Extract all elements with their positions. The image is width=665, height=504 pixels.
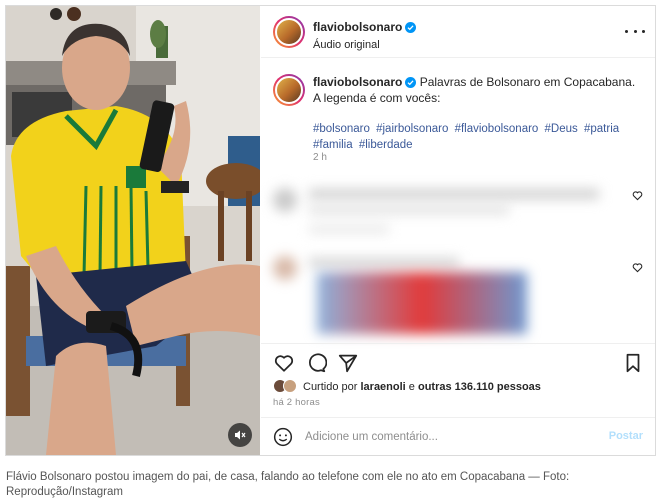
comment-meta xyxy=(309,226,389,233)
post-comment-button[interactable]: Postar xyxy=(609,430,643,442)
hashtag-link[interactable]: #flaviobolsonaro xyxy=(455,123,539,135)
emoji-icon[interactable] xyxy=(273,427,293,447)
comment-text xyxy=(309,258,459,267)
posted-time[interactable]: há 2 horas xyxy=(273,397,320,408)
hashtag-list: #bolsonaro #jairbolsonaro #flaviobolsona… xyxy=(313,121,643,153)
author-username[interactable]: flaviobolsonaro xyxy=(313,20,402,34)
mute-button[interactable] xyxy=(228,423,252,447)
comment-text xyxy=(309,189,599,199)
hashtag-link[interactable]: #bolsonaro xyxy=(313,123,370,135)
likes-count-link[interactable]: outras 136.110 pessoas xyxy=(418,381,541,393)
liked-by-line: Curtido por laraenoli e outras 136.110 p… xyxy=(273,379,541,393)
post-header: flaviobolsonaro Áudio original xyxy=(261,6,655,58)
comment-icon[interactable] xyxy=(305,352,327,374)
verified-badge-icon xyxy=(405,22,417,33)
comment-bar: Postar xyxy=(261,417,655,455)
speaker-muted-icon xyxy=(235,430,246,440)
hashtag-link[interactable]: #jairbolsonaro xyxy=(376,123,448,135)
comment-avatar xyxy=(273,188,297,212)
hashtag-link[interactable]: #patria xyxy=(584,123,619,135)
comment-input[interactable] xyxy=(305,428,595,446)
comment-avatar xyxy=(273,256,297,280)
caption-time: 2 h xyxy=(313,152,327,163)
author-avatar[interactable] xyxy=(273,16,305,48)
hashtag-link[interactable]: #familia xyxy=(313,139,353,151)
post-video[interactable] xyxy=(6,6,260,455)
caption-username[interactable]: flaviobolsonaro xyxy=(313,75,402,89)
liker-avatars xyxy=(273,379,299,393)
comment-like-icon[interactable] xyxy=(632,262,643,273)
comment-image xyxy=(317,272,527,334)
hashtag-link[interactable]: #Deus xyxy=(545,123,578,135)
liked-by-prefix: Curtido por xyxy=(303,381,358,393)
post-photo-illustration xyxy=(6,6,260,455)
comment-text xyxy=(309,206,509,214)
liker-username[interactable]: laraenoli xyxy=(360,381,405,393)
verified-badge-icon xyxy=(405,77,417,88)
post-actions-bar xyxy=(261,343,655,383)
liked-by-and: e xyxy=(408,381,415,393)
hashtag-link[interactable]: #liberdade xyxy=(359,139,413,151)
caption-text-block: flaviobolsonaro Palavras de Bolsonaro em… xyxy=(313,74,643,106)
caption-avatar[interactable] xyxy=(273,74,305,106)
bookmark-icon[interactable] xyxy=(622,352,644,374)
comment-like-icon[interactable] xyxy=(632,190,643,201)
post-details-pane: flaviobolsonaro Áudio original flaviobol… xyxy=(261,6,655,455)
share-icon[interactable] xyxy=(337,352,359,374)
instagram-post: flaviobolsonaro Áudio original flaviobol… xyxy=(5,5,656,456)
author-info: flaviobolsonaro Áudio original xyxy=(313,18,417,51)
audio-label[interactable]: Áudio original xyxy=(313,39,416,51)
more-options-button[interactable] xyxy=(625,26,645,36)
photo-credit-caption: Flávio Bolsonaro postou imagem do pai, d… xyxy=(6,471,570,498)
heart-icon[interactable] xyxy=(273,352,295,374)
